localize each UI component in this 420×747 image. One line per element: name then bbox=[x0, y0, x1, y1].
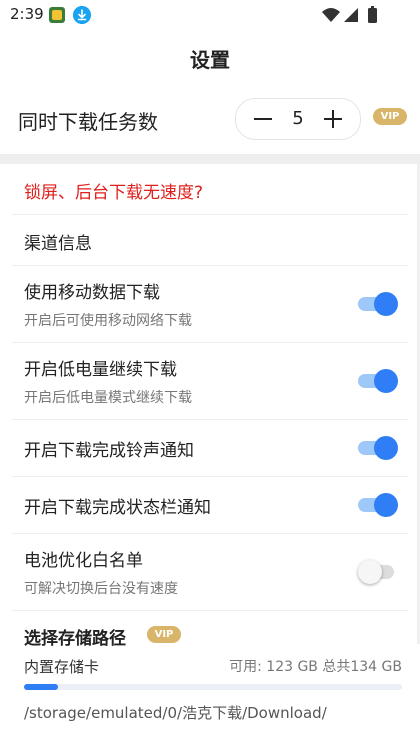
status-bar-notify-toggle[interactable] bbox=[358, 493, 398, 517]
internal-storage-label[interactable]: 内置存储卡 bbox=[24, 656, 99, 677]
battery-whitelist-toggle[interactable] bbox=[358, 560, 398, 584]
app-notification-icon bbox=[49, 7, 65, 23]
ringtone-toggle[interactable] bbox=[358, 436, 398, 460]
low-power-subtitle: 开启后低电量模式继续下载 bbox=[24, 390, 192, 406]
ringtone-row[interactable]: 开启下载完成铃声通知 bbox=[12, 420, 408, 477]
decrement-button[interactable] bbox=[254, 118, 272, 120]
concurrent-tasks-value: 5 bbox=[292, 108, 304, 129]
mobile-data-subtitle: 开启后可使用移动网络下载 bbox=[24, 313, 192, 329]
status-bar: 2:39 bbox=[0, 0, 420, 30]
concurrent-tasks-stepper[interactable]: 5 bbox=[235, 98, 361, 140]
ringtone-label: 开启下载完成铃声通知 bbox=[24, 441, 194, 461]
storage-usage-bar bbox=[24, 684, 402, 690]
section-divider bbox=[0, 154, 420, 164]
status-icons bbox=[322, 6, 377, 23]
status-bar-notify-row[interactable]: 开启下载完成状态栏通知 bbox=[12, 477, 408, 534]
lock-screen-help-label: 锁屏、后台下载无速度? bbox=[24, 183, 204, 203]
storage-path-title: 选择存储路径 bbox=[24, 629, 126, 649]
mobile-data-row[interactable]: 使用移动数据下载 开启后可使用移动网络下载 bbox=[12, 266, 408, 343]
mobile-data-label: 使用移动数据下载 bbox=[24, 283, 160, 303]
low-power-row[interactable]: 开启低电量继续下载 开启后低电量模式继续下载 bbox=[12, 343, 408, 420]
battery-whitelist-label: 电池优化白名单 bbox=[24, 551, 143, 571]
concurrent-tasks-row: 同时下载任务数 5 VIP bbox=[0, 96, 420, 152]
storage-vip-badge: VIP bbox=[147, 626, 181, 643]
wifi-icon bbox=[322, 8, 340, 22]
storage-path[interactable]: /storage/emulated/0/浩克下载/Download/ bbox=[24, 702, 327, 723]
channel-info-row[interactable]: 渠道信息 bbox=[12, 215, 408, 266]
storage-usage-fill bbox=[24, 684, 59, 690]
battery-whitelist-subtitle: 可解决切换后台没有速度 bbox=[24, 581, 178, 597]
vip-badge: VIP bbox=[373, 108, 407, 125]
lock-screen-help-row[interactable]: 锁屏、后台下载无速度? bbox=[12, 164, 408, 215]
page-title: 设置 bbox=[190, 48, 230, 72]
low-power-label: 开启低电量继续下载 bbox=[24, 360, 177, 380]
mobile-data-toggle[interactable] bbox=[358, 292, 398, 316]
channel-info-label: 渠道信息 bbox=[24, 234, 92, 254]
battery-icon bbox=[368, 8, 377, 23]
status-time: 2:39 bbox=[10, 5, 44, 23]
low-power-toggle[interactable] bbox=[358, 369, 398, 393]
signal-icon bbox=[344, 8, 358, 22]
status-bar-notify-label: 开启下载完成状态栏通知 bbox=[24, 498, 211, 518]
concurrent-tasks-label: 同时下载任务数 bbox=[18, 110, 158, 134]
battery-whitelist-row[interactable]: 电池优化白名单 可解决切换后台没有速度 bbox=[12, 534, 408, 611]
download-notification-icon bbox=[73, 6, 91, 24]
storage-available: 可用: 123 GB 总共134 GB bbox=[229, 659, 402, 675]
